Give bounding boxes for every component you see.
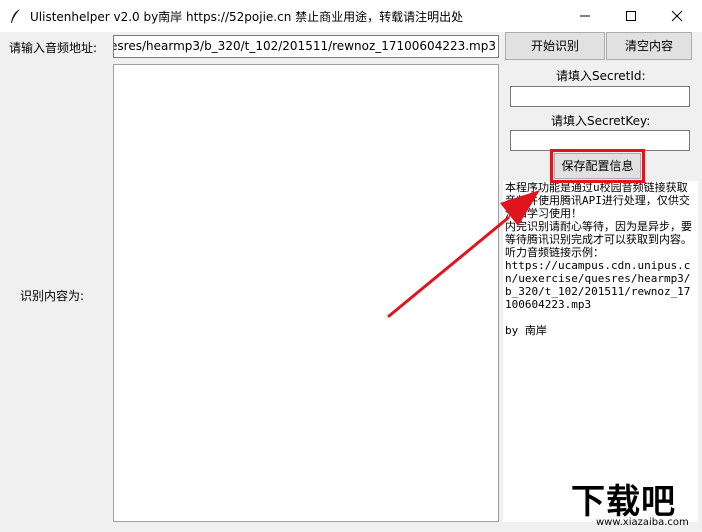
annotation-highlight-box <box>550 149 645 183</box>
close-icon <box>671 10 683 22</box>
secret-key-input[interactable] <box>510 130 690 151</box>
watermark-brand: 下载吧 <box>571 482 676 522</box>
feather-icon <box>11 9 20 23</box>
maximize-button[interactable] <box>608 0 654 32</box>
secret-id-input[interactable] <box>510 86 690 107</box>
result-label: 识别内容为: <box>20 289 85 303</box>
watermark-url: www.xiazaiba.com <box>596 517 689 528</box>
secret-id-label: 请填入SecretId: <box>556 69 646 83</box>
minimize-icon <box>580 15 590 17</box>
clear-content-button[interactable]: 清空内容 <box>606 32 692 60</box>
start-recognition-button[interactable]: 开始识别 <box>505 32 605 60</box>
secret-key-label: 请填入SecretKey: <box>551 114 651 128</box>
watermark-logo: 下载吧 www.xiazaiba.com <box>566 468 702 532</box>
title-bar: Ulistenhelper v2.0 by南岸 https://52pojie.… <box>0 0 702 32</box>
url-label: 请输入音频地址: <box>9 41 98 55</box>
url-input-value: quesres/hearmp3/b_320/t_102/201511/rewno… <box>113 39 496 53</box>
maximize-icon <box>626 11 636 21</box>
close-button[interactable] <box>654 0 700 32</box>
window-title: Ulistenhelper v2.0 by南岸 https://52pojie.… <box>30 10 464 24</box>
result-textarea[interactable] <box>113 64 499 522</box>
url-input[interactable]: quesres/hearmp3/b_320/t_102/201511/rewno… <box>113 35 499 58</box>
minimize-button[interactable] <box>562 0 608 32</box>
